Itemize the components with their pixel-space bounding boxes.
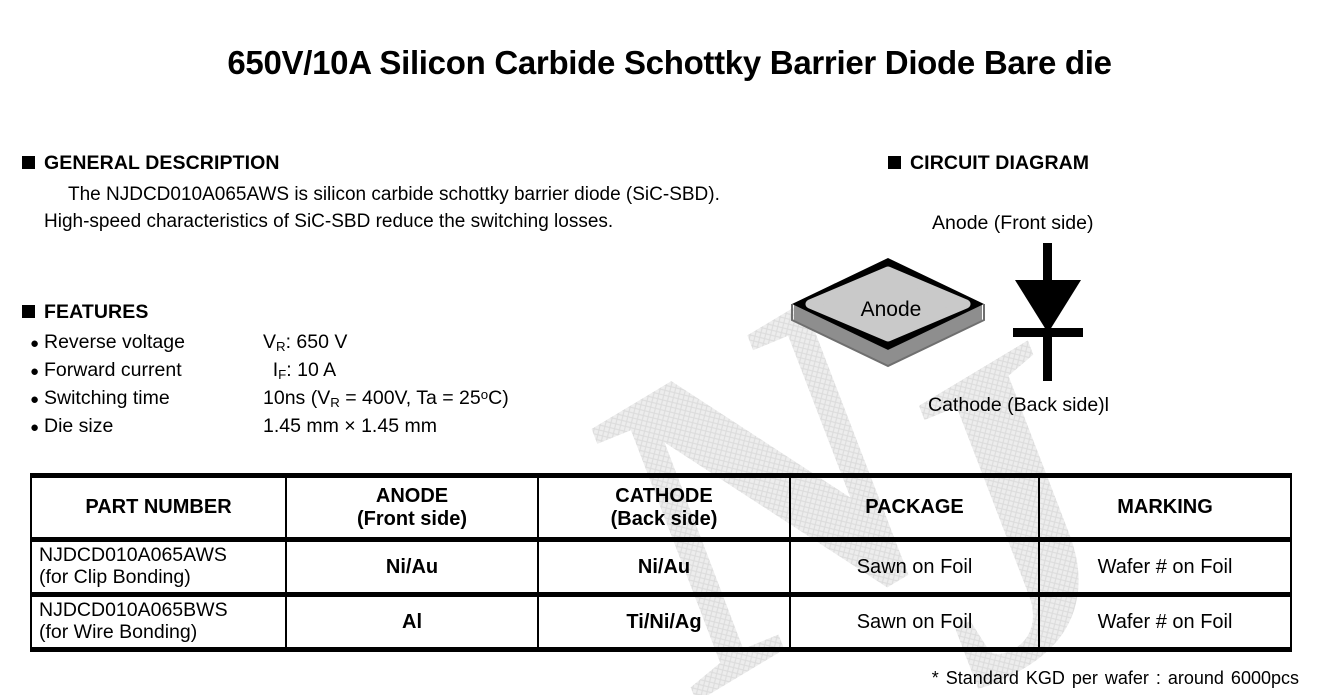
table-header-cell-part-number: PART NUMBER bbox=[30, 473, 287, 542]
cell-package: Sawn on Foil bbox=[789, 593, 1040, 652]
bullet-dot-icon: ● bbox=[30, 419, 40, 436]
cell-cathode: Ti/Ni/Ag bbox=[537, 593, 791, 652]
part-number-line-1: NJDCD010A065AWS bbox=[39, 544, 227, 567]
feature-value: 10ns (VR = 400V, Ta = 25oC) bbox=[263, 387, 509, 410]
general-description-heading: GENERAL DESCRIPTION bbox=[22, 152, 280, 175]
bullet-dot-icon: ● bbox=[30, 391, 40, 409]
feature-value: VR: 650 V bbox=[263, 331, 348, 354]
feature-item: ● Reverse voltage VR: 650 V bbox=[30, 331, 509, 359]
footnote: * Standard KGD per wafer : around 6000pc… bbox=[931, 668, 1299, 688]
feature-value: IF: 10 A bbox=[263, 359, 337, 382]
cell-marking: Wafer # on Foil bbox=[1038, 593, 1292, 652]
bullet-square-icon bbox=[22, 305, 35, 318]
general-description-line-1: The NJDCD010A065AWS is silicon carbide s… bbox=[68, 184, 720, 205]
cell-package: Sawn on Foil bbox=[789, 538, 1040, 597]
feature-label: Forward current bbox=[44, 359, 182, 381]
diode-symbol-icon bbox=[1013, 243, 1083, 381]
table-header-cell-anode: ANODE (Front side) bbox=[285, 473, 539, 542]
die-anode-label: Anode bbox=[860, 298, 922, 321]
table-header-cell-package: PACKAGE bbox=[789, 473, 1040, 542]
anode-front-side-label: Anode (Front side) bbox=[932, 212, 1094, 234]
header-line-2: (Front side) bbox=[357, 507, 467, 530]
general-description-line-2: High-speed characteristics of SiC-SBD re… bbox=[44, 211, 614, 232]
bullet-square-icon bbox=[888, 156, 901, 169]
header-line-1: PACKAGE bbox=[865, 496, 964, 519]
feature-item: ● Switching time 10ns (VR = 400V, Ta = 2… bbox=[30, 387, 509, 415]
table-row: NJDCD010A065BWS (for Wire Bonding) Al Ti… bbox=[30, 593, 1292, 652]
part-number-line-1: NJDCD010A065BWS bbox=[39, 599, 228, 622]
header-line-1: ANODE bbox=[375, 485, 449, 508]
features-list: ● Reverse voltage VR: 650 V ● Forward cu… bbox=[30, 331, 509, 443]
bullet-square-icon bbox=[22, 156, 35, 169]
part-number-line-2: (for Wire Bonding) bbox=[39, 621, 198, 643]
header-line-2: (Back side) bbox=[610, 507, 718, 530]
circuit-diagram-heading-label: CIRCUIT DIAGRAM bbox=[910, 152, 1090, 174]
bullet-dot-icon: ● bbox=[30, 335, 40, 352]
bullet-dot-icon: ● bbox=[30, 363, 40, 380]
cell-marking: Wafer # on Foil bbox=[1038, 538, 1292, 597]
table-header-cell-marking: MARKING bbox=[1038, 473, 1292, 542]
feature-label: Reverse voltage bbox=[44, 331, 185, 353]
table-header-cell-cathode: CATHODE (Back side) bbox=[537, 473, 791, 542]
features-heading-label: FEATURES bbox=[44, 301, 149, 323]
cell-anode: Al bbox=[285, 593, 539, 652]
feature-value: 1.45 mm × 1.45 mm bbox=[263, 415, 437, 437]
features-heading: FEATURES bbox=[22, 301, 148, 324]
table-row: NJDCD010A065AWS (for Clip Bonding) Ni/Au… bbox=[30, 538, 1292, 597]
cell-part-number: NJDCD010A065BWS (for Wire Bonding) bbox=[30, 593, 287, 652]
feature-item: ● Forward current IF: 10 A bbox=[30, 359, 509, 387]
header-line-1: MARKING bbox=[1117, 496, 1213, 519]
circuit-diagram-heading: CIRCUIT DIAGRAM bbox=[888, 152, 1089, 175]
cell-cathode: Ni/Au bbox=[537, 538, 791, 597]
general-description-heading-label: GENERAL DESCRIPTION bbox=[44, 152, 280, 174]
cell-part-number: NJDCD010A065AWS (for Clip Bonding) bbox=[30, 538, 287, 597]
header-line-1: CATHODE bbox=[615, 485, 713, 508]
feature-label: Switching time bbox=[44, 387, 170, 410]
header-line-1: PART NUMBER bbox=[85, 496, 232, 519]
feature-label: Die size bbox=[44, 415, 114, 437]
feature-item: ● Die size 1.45 mm × 1.45 mm bbox=[30, 415, 509, 443]
part-number-table: PART NUMBER ANODE (Front side) CATHODE (… bbox=[30, 473, 1292, 652]
part-number-line-2: (for Clip Bonding) bbox=[39, 566, 191, 588]
table-header-row: PART NUMBER ANODE (Front side) CATHODE (… bbox=[30, 473, 1292, 542]
cell-anode: Ni/Au bbox=[285, 538, 539, 597]
cathode-back-side-label: Cathode (Back side)l bbox=[928, 394, 1110, 416]
page-title: 650V/10A Silicon Carbide Schottky Barrie… bbox=[227, 44, 1112, 81]
